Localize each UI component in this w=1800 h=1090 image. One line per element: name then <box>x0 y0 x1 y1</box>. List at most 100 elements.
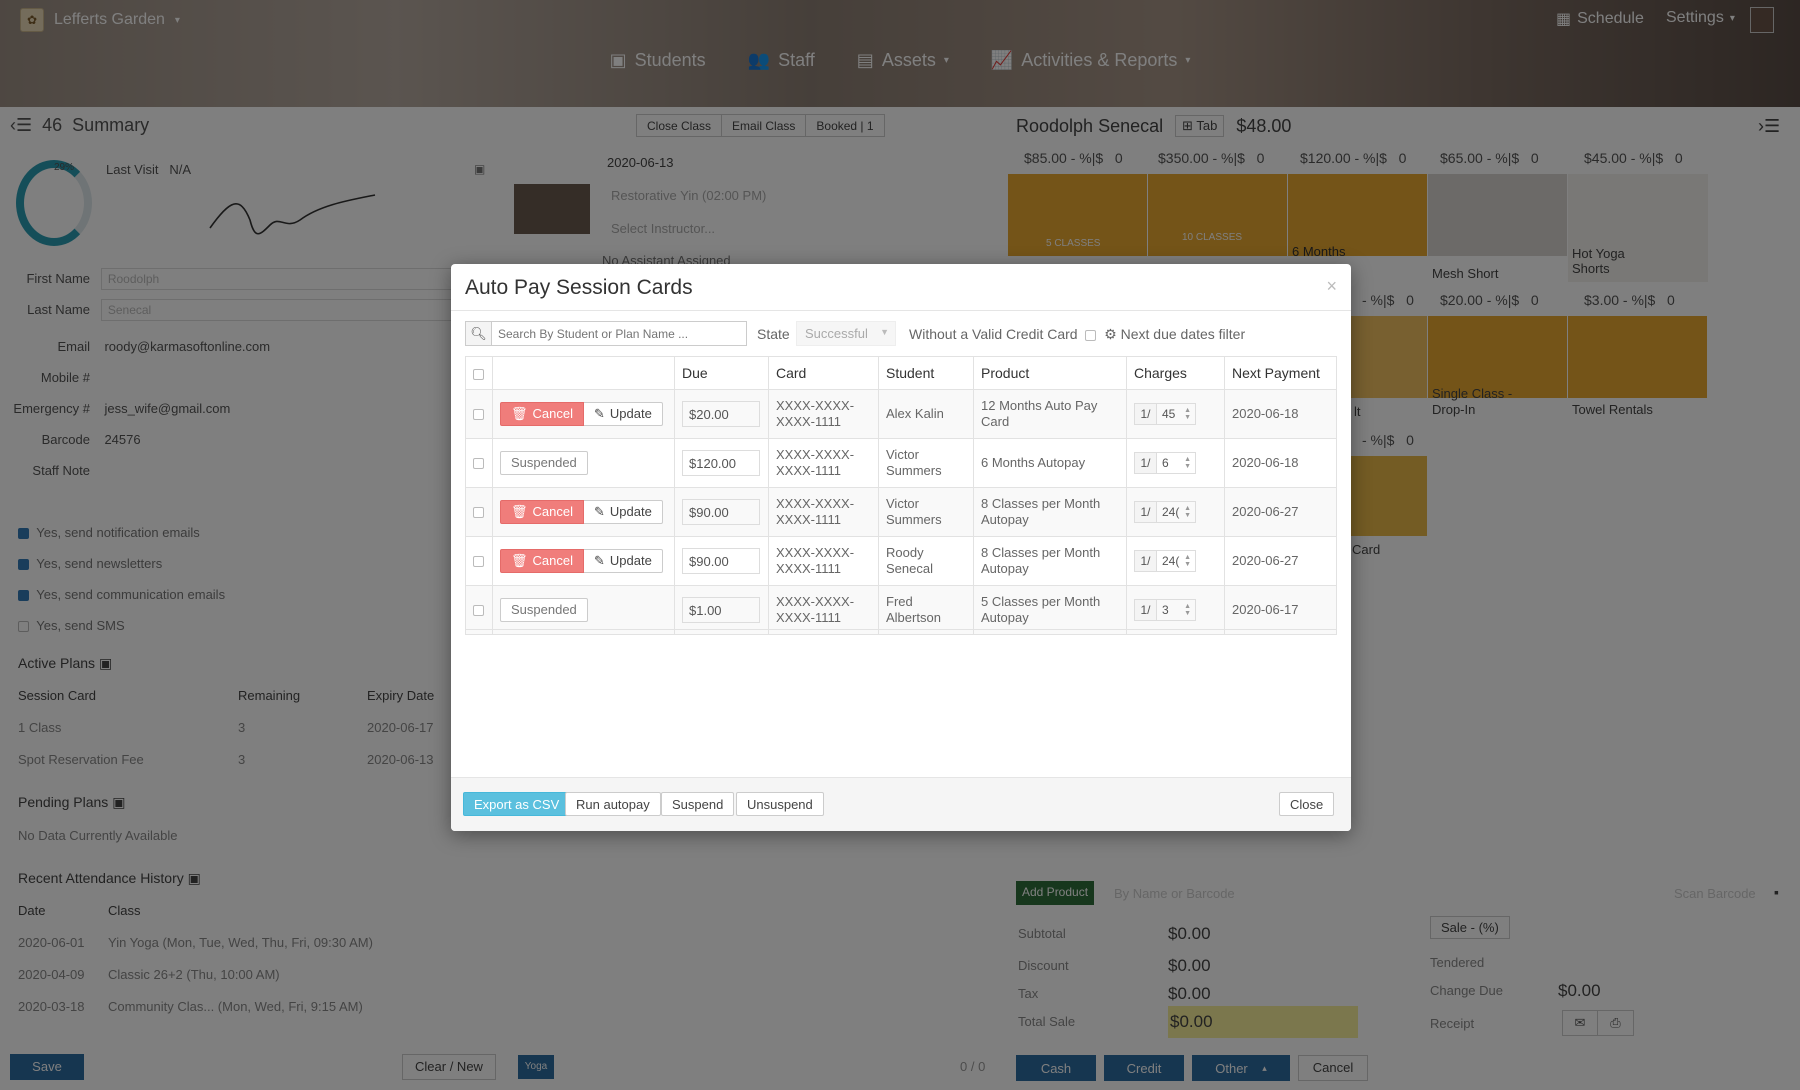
table-row: 🗑 Cancel ✎ Update $90.00 XXXX-XXXX-XXXX-1111 V… <box>465 487 1337 537</box>
charges-current: 1/ <box>1135 551 1157 571</box>
charges-cell: 1/24( ▲ ▼ <box>1126 536 1225 586</box>
chevron-down-icon: ▼ <box>880 327 889 337</box>
cancel-autopay-button[interactable]: 🗑 Cancel <box>500 500 584 524</box>
charges-total: 6 <box>1162 456 1169 470</box>
state-label: State <box>757 326 790 342</box>
due-cell: $90.00 <box>674 536 769 586</box>
student-cell: Victor Summers <box>878 438 974 488</box>
due-cell: $90.00 <box>674 487 769 537</box>
suspended-label: Suspended <box>511 455 577 470</box>
modal-footer: Export as CSV Run autopay Suspend Unsusp… <box>451 777 1351 831</box>
select-all-cell <box>465 356 493 390</box>
table-row: 🗑 Cancel ✎ Update $90.00 XXXX-XXXX-XXXX-1111 R… <box>465 536 1337 586</box>
charges-cell: 1/24( ▲ ▼ <box>1126 487 1225 537</box>
trash-icon: 🗑 <box>511 504 528 519</box>
table-header-row: Due Card Student Product Charges Next Pa… <box>465 356 1337 390</box>
card-cell: XXXX-XXXX-XXXX-1111 <box>768 536 879 586</box>
row-checkbox[interactable] <box>473 458 484 470</box>
due-cell: $20.00 <box>674 389 769 439</box>
row-select-cell <box>465 487 493 537</box>
row-actions: 🗑 Cancel ✎ Update <box>492 389 675 439</box>
charges-stepper[interactable]: 1/24( ▲ ▼ <box>1134 501 1196 523</box>
student-cell: Alex Kalin <box>878 389 974 439</box>
close-icon[interactable]: × <box>1326 276 1337 297</box>
charges-cell: 1/45 ▲ ▼ <box>1126 389 1225 439</box>
search-input[interactable] <box>492 322 742 345</box>
charges-stepper[interactable]: 1/45 ▲ ▼ <box>1134 403 1196 425</box>
charges-total: 45 <box>1162 407 1176 421</box>
search-box: 🔍︎ <box>465 321 747 346</box>
card-cell: XXXX-XXXX-XXXX-1111 <box>768 487 879 537</box>
search-icon: 🔍︎ <box>466 322 492 345</box>
row-checkbox[interactable] <box>473 507 484 519</box>
due-input[interactable]: $120.00 <box>682 450 760 476</box>
table-row: 🗑 Cancel ✎ Update $20.00 XXXX-XXXX-XXXX-1111 A… <box>465 389 1337 439</box>
next-due-filter-label[interactable]: Next due dates filter <box>1121 326 1246 342</box>
spinner-icon: ▲ ▼ <box>1184 554 1191 568</box>
charges-current: 1/ <box>1135 404 1157 424</box>
charges-total: 24( <box>1162 505 1180 519</box>
row-select-cell <box>465 536 493 586</box>
table-footer-row <box>465 600 1337 630</box>
close-button[interactable]: Close <box>1279 792 1335 816</box>
state-select[interactable]: Successful ▼ <box>796 321 896 346</box>
product-cell: 8 Classes per Month Autopay <box>973 487 1127 537</box>
select-all-checkbox[interactable] <box>473 368 484 380</box>
cancel-autopay-button[interactable]: 🗑 Cancel <box>500 549 584 573</box>
export-csv-button[interactable]: Export as CSV <box>463 792 571 816</box>
next-payment-cell: 2020-06-27 <box>1224 487 1337 537</box>
table-row: Suspended $120.00 XXXX-XXXX-XXXX-1111 Victo… <box>465 438 1337 488</box>
charges-current: 1/ <box>1135 502 1157 522</box>
update-autopay-button[interactable]: ✎ Update <box>583 402 663 426</box>
charges-stepper[interactable]: 1/6 ▲ ▼ <box>1134 452 1196 474</box>
cancel-label: Cancel <box>532 406 573 421</box>
due-input[interactable]: $90.00 <box>682 499 760 525</box>
suspend-button[interactable]: Suspend <box>661 792 735 816</box>
student-cell: Victor Summers <box>878 487 974 537</box>
gear-icon[interactable]: ⚙ <box>1104 326 1117 342</box>
without-valid-card-checkbox[interactable] <box>1085 329 1097 341</box>
edit-icon: ✎ <box>593 406 605 421</box>
next-payment-cell: 2020-06-18 <box>1224 438 1337 488</box>
update-autopay-button[interactable]: ✎ Update <box>583 500 663 524</box>
filters: Without a Valid Credit Card ⚙ Next due d… <box>909 326 1245 343</box>
due-input[interactable]: $20.00 <box>682 401 760 427</box>
suspended-button[interactable]: Suspended <box>500 451 588 475</box>
charges-total: 24( <box>1162 554 1180 568</box>
row-checkbox[interactable] <box>473 556 484 568</box>
next-payment-cell: 2020-06-27 <box>1224 536 1337 586</box>
run-autopay-button[interactable]: Run autopay <box>565 792 661 816</box>
unsuspend-button[interactable]: Unsuspend <box>736 792 824 816</box>
student-cell: Roody Senecal <box>878 536 974 586</box>
column-header-due: Due <box>674 356 769 390</box>
cancel-label: Cancel <box>532 504 573 519</box>
spinner-icon: ▲ ▼ <box>1184 407 1191 421</box>
column-header-next-payment: Next Payment <box>1224 356 1337 390</box>
cancel-label: Cancel <box>532 553 573 568</box>
row-select-cell <box>465 438 493 488</box>
row-checkbox[interactable] <box>473 409 484 421</box>
row-select-cell <box>465 389 493 439</box>
product-cell: 6 Months Autopay <box>973 438 1127 488</box>
charges-cell: 1/6 ▲ ▼ <box>1126 438 1225 488</box>
state-value: Successful <box>805 326 868 341</box>
edit-icon: ✎ <box>593 553 605 568</box>
cancel-autopay-button[interactable]: 🗑 Cancel <box>500 402 584 426</box>
update-autopay-button[interactable]: ✎ Update <box>583 549 663 573</box>
due-input[interactable]: $90.00 <box>682 548 760 574</box>
modal-title: Auto Pay Session Cards <box>465 276 693 299</box>
charges-current: 1/ <box>1135 453 1157 473</box>
row-actions: 🗑 Cancel ✎ Update <box>492 487 675 537</box>
spinner-icon: ▲ ▼ <box>1184 505 1191 519</box>
without-valid-card-label: Without a Valid Credit Card <box>909 326 1078 342</box>
column-header-charges: Charges <box>1126 356 1225 390</box>
spinner-icon: ▲ ▼ <box>1184 456 1191 470</box>
next-payment-cell: 2020-06-18 <box>1224 389 1337 439</box>
product-cell: 12 Months Auto Pay Card <box>973 389 1127 439</box>
column-header-product: Product <box>973 356 1127 390</box>
autopay-modal: Auto Pay Session Cards × 🔍︎ State Succes… <box>451 264 1351 831</box>
card-cell: XXXX-XXXX-XXXX-1111 <box>768 389 879 439</box>
edit-icon: ✎ <box>593 504 605 519</box>
column-header-card: Card <box>768 356 879 390</box>
charges-stepper[interactable]: 1/24( ▲ ▼ <box>1134 550 1196 572</box>
